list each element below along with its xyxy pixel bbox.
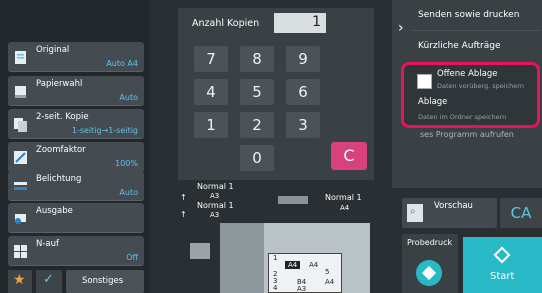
setting-value: 100% [115, 159, 138, 168]
proof-diamond-icon [416, 260, 442, 286]
collapse-button[interactable]: › [392, 14, 412, 44]
start-diamond-icon [493, 246, 511, 264]
preview-icon: ⌕ [407, 204, 423, 222]
tray-size: A4 [309, 261, 319, 269]
setting-duplex[interactable]: 2-seit. Kopie 1-seitig→1-seitig [8, 109, 144, 139]
tray-size: A4 [325, 278, 335, 286]
key-5[interactable]: 5 [240, 79, 274, 105]
setting-value: Off [126, 253, 138, 262]
store-title[interactable]: Ablage [418, 97, 447, 107]
setting-value: Auto A4 [106, 59, 138, 68]
setting-value: Auto [119, 93, 138, 102]
tray-paper: A4 [340, 204, 350, 212]
setting-label: N-auf [36, 239, 60, 249]
setting-exposure[interactable]: Belichtung Auto [8, 171, 144, 201]
start-button[interactable]: Start [463, 237, 542, 293]
diamond-shape [421, 265, 437, 281]
key-2[interactable]: 2 [240, 112, 274, 138]
copies-label: Anzahl Kopien [192, 18, 260, 29]
copies-value: 1 [312, 14, 321, 30]
others-label: Sonstiges [82, 276, 124, 286]
printer-side [220, 223, 264, 293]
key-9[interactable]: 9 [286, 46, 320, 72]
tray-size: A3 [297, 285, 307, 293]
setting-output[interactable]: Ausgabe [8, 203, 144, 233]
exposure-icon [14, 182, 27, 190]
tray-num: 1 [273, 254, 278, 262]
setting-label: Original [36, 45, 70, 55]
setting-n-up[interactable]: N-auf Off [8, 236, 144, 266]
clear-button[interactable]: C [331, 142, 367, 170]
tray-num: 5 [325, 268, 330, 276]
out-arrow-icon: ↑ [180, 210, 187, 219]
start-label: Start [490, 271, 515, 282]
n-up-icon [14, 245, 27, 258]
key-6[interactable]: 6 [286, 79, 320, 105]
machine-diagram: ↑ Normal 1 A3 ↑ Normal 1 A3 Normal 1 A4 … [160, 182, 398, 293]
temp-store-checkbox[interactable] [417, 74, 432, 89]
bypass-tray-icon [278, 196, 308, 204]
proof-print-button[interactable]: Probedruck [402, 234, 458, 293]
orig-arrow-icon: ↑ [180, 193, 187, 202]
setting-paper[interactable]: Papierwahl Auto [8, 76, 144, 106]
chevron-right-icon: › [398, 20, 404, 36]
key-0[interactable]: 0 [240, 145, 274, 171]
copies-field[interactable]: 1 [274, 13, 326, 33]
store-sub: Daten im Ordner speichern [418, 113, 507, 121]
temp-store-sub: Daten vorüberg. speichern [437, 82, 524, 90]
original-icon [15, 51, 26, 64]
recent-jobs-item[interactable]: Kürzliche Aufträge [418, 41, 501, 51]
key-3[interactable]: 3 [286, 112, 320, 138]
out-size: Normal 1 [197, 201, 234, 210]
tray-stack: 1 A4 2 A4 3 B4 4 A3 5 A4 [268, 253, 342, 293]
favorites-button[interactable]: ★ [8, 270, 32, 293]
key-8[interactable]: 8 [240, 46, 274, 72]
divider [412, 30, 540, 31]
setting-label: Belichtung [36, 174, 82, 184]
setting-value: Auto [119, 188, 138, 197]
magnifier-icon: ⌕ [410, 206, 416, 217]
setting-value: 1-seitig→1-seitig [71, 126, 138, 135]
checklist-button[interactable]: ✓ [36, 270, 62, 293]
setting-zoom[interactable]: Zoomfaktor 100% [8, 142, 144, 172]
zoom-icon [14, 151, 27, 164]
others-button[interactable]: Sonstiges [66, 270, 144, 293]
orig-size: Normal 1 [197, 182, 234, 191]
setting-label: 2-seit. Kopie [36, 112, 89, 122]
key-1[interactable]: 1 [194, 112, 228, 138]
key-7[interactable]: 7 [194, 46, 228, 72]
ca-button[interactable]: CA [500, 198, 542, 228]
key-4[interactable]: 4 [194, 79, 228, 105]
orig-paper: A3 [210, 192, 220, 200]
out-paper: A3 [210, 211, 220, 219]
preview-label: Vorschau [434, 201, 473, 211]
setting-label: Zoomfaktor [36, 145, 86, 155]
duplex-icon [14, 118, 27, 132]
star-icon: ★ [13, 272, 26, 288]
preview-button[interactable]: ⌕ Vorschau [402, 198, 497, 228]
send-print-item[interactable]: Senden sowie drucken [418, 10, 519, 20]
checkmark-icon: ✓ [43, 272, 54, 287]
tray-num: 4 [273, 284, 278, 292]
tray-size: Normal 1 [325, 193, 362, 202]
obscured-program-item[interactable]: ses Programm aufrufen [420, 130, 514, 139]
output-icon [15, 214, 26, 224]
setting-label: Ausgabe [36, 206, 73, 216]
tray-size: A4 [285, 261, 301, 269]
proof-label: Probedruck [407, 238, 453, 247]
temp-store-title[interactable]: Offene Ablage [437, 69, 498, 79]
setting-original[interactable]: Original Auto A4 [8, 42, 144, 72]
setting-label: Papierwahl [36, 79, 83, 89]
paper-icon [15, 86, 26, 98]
finisher-icon [190, 243, 210, 259]
